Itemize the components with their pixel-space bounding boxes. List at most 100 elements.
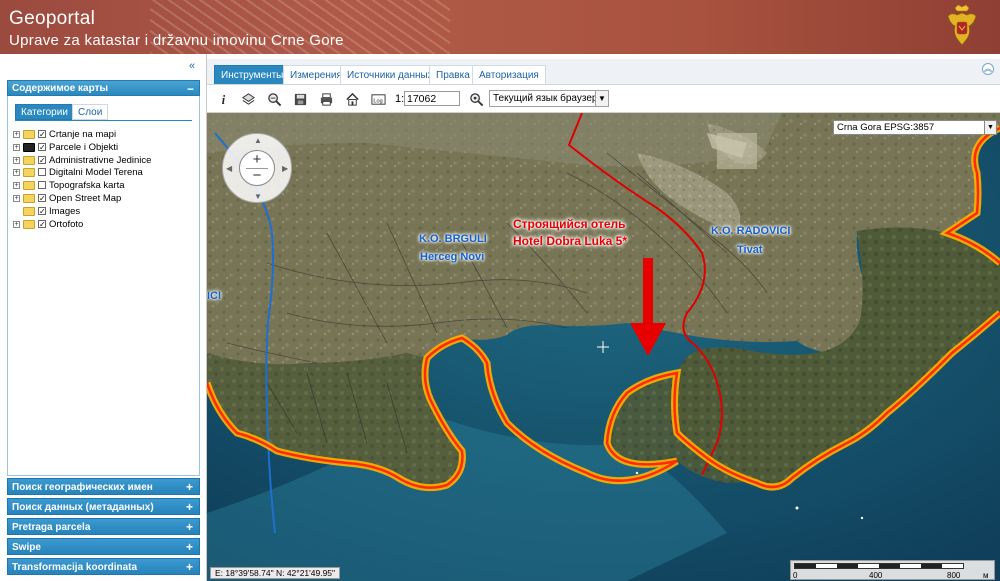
map-label-herceg-novi: Herceg Novi xyxy=(420,251,485,263)
coordinate-readout: E: 18°39'58.74" N: 42°21'49.95" xyxy=(210,567,341,579)
expand-toggle[interactable]: + xyxy=(186,559,193,576)
tab-layers[interactable]: Слои xyxy=(72,104,109,120)
pan-right-icon[interactable]: ▶ xyxy=(282,164,288,173)
folder-icon xyxy=(23,181,35,191)
accordion-parcel-search[interactable]: Pretraga parcela + xyxy=(7,518,200,535)
tree-item-label: Images xyxy=(49,205,81,217)
layer-checkbox[interactable]: ✓ xyxy=(38,130,46,139)
accordion-label: Поиск географических имен xyxy=(12,482,153,493)
projection-select[interactable]: Crna Gora EPSG:3857 ▼ xyxy=(833,120,997,135)
expand-icon[interactable]: + xyxy=(13,169,20,177)
map-label-ko-radovici: K.O. RADOVICI xyxy=(711,225,791,237)
accordion-label: Pretraga parcela xyxy=(12,522,91,533)
expand-icon[interactable]: + xyxy=(13,143,20,151)
pan-up-icon[interactable]: ▲ xyxy=(254,136,262,145)
zoom-extent-icon[interactable] xyxy=(266,91,282,107)
tree-item-ortofoto[interactable]: + ✓ Ortofoto xyxy=(13,218,198,231)
tree-item-label: Ortofoto xyxy=(49,218,84,230)
map-label-ko-brguli: K.O. BRGULI xyxy=(419,233,487,245)
hotel-annotation: Строящийся отель Hotel Dobra Luka 5* xyxy=(513,216,627,250)
tab-edit[interactable]: Правка xyxy=(429,65,477,84)
expand-toggle[interactable]: + xyxy=(186,499,193,516)
zoom-scale-icon[interactable] xyxy=(468,91,484,107)
layer-checkbox[interactable]: ✓ xyxy=(38,193,46,202)
expand-toggle[interactable]: + xyxy=(186,519,193,536)
tab-data-sources[interactable]: Источники данных xyxy=(340,65,440,84)
layer-checkbox[interactable]: ✓ xyxy=(38,206,46,215)
expand-icon[interactable]: + xyxy=(13,220,20,228)
log-icon[interactable]: Log xyxy=(370,91,386,107)
map-imagery xyxy=(207,113,1000,581)
tab-measurements[interactable]: Измерения xyxy=(283,65,349,84)
map-label-tivat: Tivat xyxy=(737,244,763,256)
expand-icon[interactable]: + xyxy=(13,182,20,190)
accordion-metadata-search[interactable]: Поиск данных (метаданных) + xyxy=(7,498,200,515)
tree-item-topografska[interactable]: + Topografska karta xyxy=(13,179,198,192)
layer-tree: + ✓ Crtanje na mapi + ✓ Parcele i Objekt… xyxy=(13,128,198,230)
expand-toggle[interactable]: + xyxy=(186,539,193,556)
accordion-label: Swipe xyxy=(12,542,41,553)
annotation-line-1: Строящийся отель xyxy=(513,217,626,231)
tree-item-osm[interactable]: + ✓ Open Street Map xyxy=(13,192,198,205)
main-tabbar: Инструменты Измерения Источники данных П… xyxy=(207,59,1000,85)
double-chevron-up-icon[interactable]: ︽ xyxy=(982,63,994,75)
tree-item-images[interactable]: ✓ Images xyxy=(13,205,198,218)
print-icon[interactable] xyxy=(318,91,334,107)
map-view[interactable]: ▲ ▼ ◀ ▶ + − Crna Gora EPSG:3857 ▼ K.O. B… xyxy=(207,113,1000,581)
header-banner: Geoportal Uprave za katastar i državnu i… xyxy=(0,0,1000,54)
tree-item-administrativne[interactable]: + ✓ Administrativne Jedinice xyxy=(13,154,198,167)
montenegro-coat-of-arms-icon xyxy=(947,4,977,46)
zoom-in-icon[interactable]: + xyxy=(240,152,274,167)
layer-checkbox[interactable]: ✓ xyxy=(38,142,46,151)
expand-toggle[interactable]: + xyxy=(186,479,193,496)
zoom-control: + − xyxy=(239,150,275,186)
tree-item-label: Topografska karta xyxy=(49,180,125,192)
tabs-divider xyxy=(15,120,192,121)
left-panel: « Содержимое карты − Категории Слои + ✓ … xyxy=(0,54,207,581)
projection-value: Crna Gora EPSG:3857 xyxy=(837,122,935,133)
annotation-line-2: Hotel Dobra Luka 5* xyxy=(513,234,628,248)
folder-icon xyxy=(23,168,35,178)
info-icon[interactable]: i xyxy=(216,91,232,107)
tree-item-digitalni[interactable]: + Digitalni Model Terena xyxy=(13,166,198,179)
accordion-geonames-search[interactable]: Поиск географических имен + xyxy=(7,478,200,495)
accordion-coord-transform[interactable]: Transformacija koordinata + xyxy=(7,558,200,575)
tree-item-crtanje[interactable]: + ✓ Crtanje na mapi xyxy=(13,128,198,141)
map-contents-title: Содержимое карты xyxy=(12,83,109,94)
double-chevron-left-icon[interactable]: « xyxy=(186,60,198,72)
scale-bar-graphic xyxy=(794,563,964,569)
map-label-partial: ICI xyxy=(207,290,222,302)
expand-icon[interactable]: + xyxy=(13,131,20,138)
expand-icon[interactable]: + xyxy=(13,194,20,202)
save-icon[interactable] xyxy=(292,91,308,107)
map-contents-header[interactable]: Содержимое карты − xyxy=(7,80,200,96)
layer-checkbox[interactable]: ✓ xyxy=(38,219,46,228)
pan-zoom-control[interactable]: ▲ ▼ ◀ ▶ + − xyxy=(222,133,292,203)
scale-bar: 0 400 800 м xyxy=(790,560,995,580)
folder-icon xyxy=(23,206,35,216)
map-toolbar: i Log 1: Текущий язык браузера ▼ xyxy=(207,86,1000,113)
zoom-out-icon[interactable]: − xyxy=(240,168,274,183)
scale-input[interactable] xyxy=(404,91,460,106)
language-select[interactable]: Текущий язык браузера ▼ xyxy=(489,90,609,107)
accordion-swipe[interactable]: Swipe + xyxy=(7,538,200,555)
pan-down-icon[interactable]: ▼ xyxy=(254,192,262,201)
tree-item-label: Open Street Map xyxy=(49,192,122,204)
accordion-label: Поиск данных (метаданных) xyxy=(12,502,154,513)
scale-tick-800: 800 xyxy=(947,571,961,580)
tab-categories[interactable]: Категории xyxy=(15,104,74,120)
pan-left-icon[interactable]: ◀ xyxy=(226,164,232,173)
tree-item-parcele[interactable]: + ✓ Parcele i Objekti xyxy=(13,141,198,154)
layer-checkbox[interactable]: ✓ xyxy=(38,155,46,164)
expand-icon[interactable]: + xyxy=(13,156,20,164)
home-icon[interactable] xyxy=(344,91,360,107)
layers-icon[interactable] xyxy=(240,91,256,107)
layer-checkbox[interactable] xyxy=(38,181,46,190)
collapse-toggle[interactable]: − xyxy=(187,81,194,97)
layer-checkbox[interactable] xyxy=(38,168,46,177)
folder-icon xyxy=(23,219,35,229)
tab-tools[interactable]: Инструменты xyxy=(214,65,291,84)
tab-authorization[interactable]: Авторизация xyxy=(472,65,546,84)
svg-text:Log: Log xyxy=(373,98,382,104)
contents-tabbar: Категории Слои xyxy=(15,104,192,120)
